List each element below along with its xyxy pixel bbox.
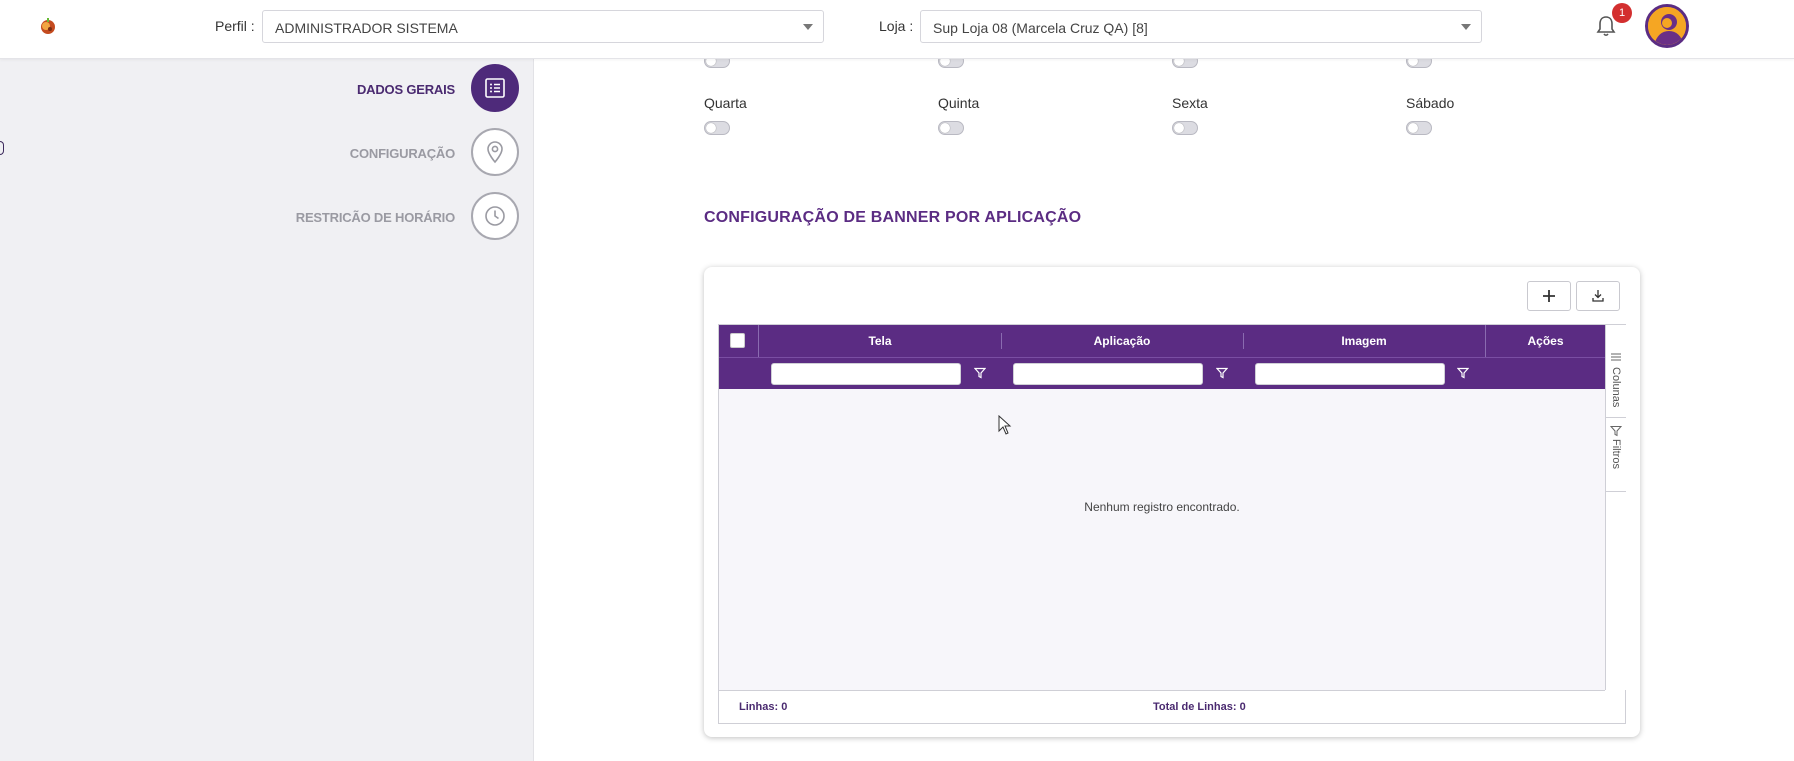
step-circle [471,192,519,240]
day-label-sabado: Sábado [1406,95,1455,111]
top-header: Perfil : ADMINISTRADOR SISTEMA Loja : Su… [0,0,1794,59]
toggle-sabado[interactable] [1406,121,1432,135]
select-all-checkbox[interactable] [730,333,745,348]
wizard-sidebar: DADOS GERAIS CONFIGURAÇÃO RESTRICÃO DE H… [0,58,534,761]
loja-value: Sup Loja 08 (Marcela Cruz QA) [8] [933,20,1148,36]
columns-icon [1611,353,1621,361]
banner-grid-card: Tela Aplicação Imagem Ações Nenhum regis… [704,267,1640,737]
toggle-sexta[interactable] [1172,121,1198,135]
grid-body: Nenhum registro encontrado. [719,389,1605,691]
chevron-down-icon [1461,24,1471,30]
collapsed-menu-edge[interactable] [0,141,4,155]
download-icon [1592,290,1604,302]
step-label: RESTRICÃO DE HORÁRIO [295,210,455,225]
grid-header-row: Tela Aplicação Imagem Ações [719,325,1605,389]
loja-select[interactable]: Sup Loja 08 (Marcela Cruz QA) [8] [920,10,1482,43]
day-label-quinta: Quinta [938,95,980,111]
export-button[interactable] [1576,281,1620,311]
filter-input-imagem[interactable] [1255,363,1445,385]
perfil-select[interactable]: ADMINISTRADOR SISTEMA [262,10,824,43]
filter-icon[interactable] [1457,367,1469,379]
notification-badge[interactable]: 1 [1612,3,1632,23]
columns-tab[interactable]: Colunas [1606,325,1626,418]
filter-input-aplicacao[interactable] [1013,363,1203,385]
user-avatar[interactable] [1645,4,1689,48]
grid-filter-row [719,357,1605,390]
clock-icon [485,206,505,226]
plus-icon [1543,290,1555,302]
column-header-imagem[interactable]: Imagem [1243,325,1485,357]
mouse-cursor-icon [998,415,1012,435]
empty-message: Nenhum registro encontrado. [1084,500,1240,514]
filters-tab[interactable]: Filtros [1606,417,1626,492]
user-avatar-icon [1648,7,1686,45]
day-label-quarta: Quarta [704,95,747,111]
perfil-value: ADMINISTRADOR SISTEMA [275,20,458,36]
column-header-acoes: Ações [1527,334,1564,348]
loja-label: Loja : [879,18,914,34]
data-grid: Tela Aplicação Imagem Ações Nenhum regis… [718,324,1626,724]
step-label: DADOS GERAIS [356,82,455,97]
toggle-quinta[interactable] [938,121,964,135]
step-label: CONFIGURAÇÃO [349,146,455,161]
location-pin-icon [487,141,503,164]
filters-tab-label: Filtros [1610,439,1622,469]
step-circle [471,128,519,176]
add-button[interactable] [1527,281,1571,311]
filter-input-tela[interactable] [771,363,961,385]
column-header-aplicacao[interactable]: Aplicação [1001,325,1243,357]
step-circle [471,64,519,112]
grid-footer: Linhas: 0 Total de Linhas: 0 [719,690,1625,723]
columns-tab-label: Colunas [1610,367,1622,408]
list-icon [485,78,505,98]
total-rows-count: Total de Linhas: 0 [1153,701,1246,713]
app-logo-icon[interactable] [38,16,58,36]
perfil-label: Perfil : [215,18,255,34]
rows-count: Linhas: 0 [739,701,788,713]
day-label-sexta: Sexta [1172,95,1208,111]
filter-icon[interactable] [1216,367,1228,379]
grid-side-panel: Colunas Filtros [1605,325,1626,690]
toggle-quarta[interactable] [704,121,730,135]
banner-section-title: CONFIGURAÇÃO DE BANNER POR APLICAÇÃO [704,209,1082,226]
chevron-down-icon [803,24,813,30]
filter-icon[interactable] [974,367,986,379]
filter-icon [1610,426,1622,437]
column-header-tela[interactable]: Tela [759,325,1001,357]
